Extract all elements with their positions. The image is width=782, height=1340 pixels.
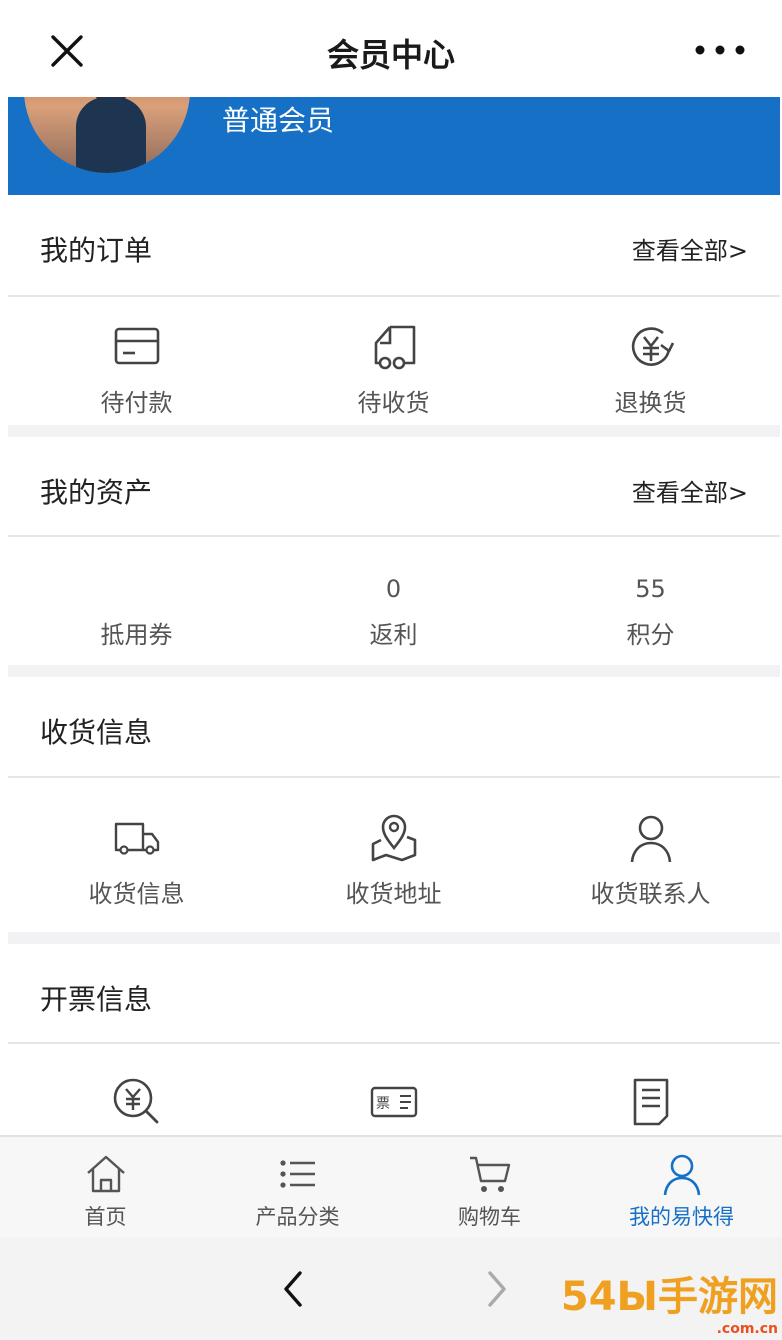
- person-icon: [630, 815, 671, 863]
- list-icon: [279, 1160, 315, 1188]
- assets-view-all-link[interactable]: 查看全部>: [632, 473, 748, 508]
- section-gap: [8, 665, 780, 677]
- shipping-address-item[interactable]: 收货地址: [265, 812, 522, 909]
- tab-label: 我的易快得: [629, 1205, 734, 1229]
- profile-header: 普通会员: [8, 97, 780, 195]
- yen-refund-icon: [631, 327, 674, 366]
- shipping-grid: 收货信息 收货地址 收货联系人: [8, 778, 780, 932]
- shipping-item-label: 收货联系人: [590, 880, 711, 908]
- tab-label: 首页: [84, 1205, 127, 1229]
- invoice-title: 开票信息: [40, 983, 153, 1016]
- asset-rebate[interactable]: 0 返利: [265, 575, 522, 650]
- assets-section-header: 我的资产 查看全部>: [8, 437, 780, 537]
- asset-value: [8, 575, 265, 605]
- truck-icon: [114, 822, 159, 855]
- asset-label: 抵用券: [100, 621, 173, 649]
- back-arrow-icon[interactable]: [278, 1267, 308, 1311]
- cart-icon: [469, 1156, 510, 1192]
- order-pending-payment[interactable]: 待付款: [8, 321, 265, 418]
- avatar-body: [76, 97, 146, 173]
- asset-points[interactable]: 55 积分: [522, 575, 779, 650]
- shipping-contact-item[interactable]: 收货联系人: [522, 812, 779, 909]
- orders-view-all-link[interactable]: 查看全部>: [632, 231, 748, 266]
- tab-cart[interactable]: 购物车: [392, 1151, 587, 1231]
- shipping-title: 收货信息: [40, 716, 153, 749]
- user-icon: [663, 1154, 700, 1196]
- orders-title: 我的订单: [40, 234, 153, 267]
- tab-label: 购物车: [458, 1205, 521, 1229]
- ticket-glyph: 票: [376, 1096, 390, 1112]
- avatar[interactable]: [24, 97, 190, 173]
- asset-coupons[interactable]: 抵用券: [8, 575, 265, 650]
- order-item-label: 待收货: [357, 389, 430, 417]
- asset-label: 返利: [369, 621, 418, 649]
- section-gap: [8, 425, 780, 437]
- asset-value: 55: [635, 575, 666, 603]
- more-dots-icon[interactable]: [694, 40, 746, 60]
- ticket-icon: 票: [370, 1086, 417, 1118]
- map-pin-icon: [371, 814, 416, 862]
- invoice-grid: 票: [8, 1044, 780, 1136]
- bottom-tab-bar: 首页 产品分类 购物车 我的易快得: [0, 1135, 782, 1237]
- shipping-info-item[interactable]: 收货信息: [8, 812, 265, 909]
- section-gap: [8, 932, 780, 944]
- watermark-subtext: .com.cn: [716, 1321, 778, 1337]
- invoice-item-document[interactable]: [522, 1076, 779, 1128]
- invoice-item-tax[interactable]: [8, 1076, 265, 1128]
- page-title: 会员中心: [326, 36, 455, 74]
- watermark-text: 54Ы手游网: [560, 1274, 778, 1320]
- top-navigation-bar: 会员中心: [0, 0, 782, 97]
- home-icon: [86, 1155, 125, 1193]
- order-item-label: 退换货: [614, 389, 687, 417]
- browser-navigation-bar: 54Ы手游网 .com.cn: [0, 1237, 782, 1340]
- delivery-truck-icon: [374, 325, 415, 370]
- member-level: 普通会员: [222, 104, 335, 137]
- tab-categories[interactable]: 产品分类: [200, 1151, 395, 1231]
- yen-search-icon: [113, 1078, 158, 1124]
- asset-label: 积分: [626, 621, 675, 649]
- shipping-item-label: 收货地址: [345, 880, 442, 908]
- tab-my-account[interactable]: 我的易快得: [584, 1151, 779, 1231]
- invoice-item-ticket[interactable]: 票: [265, 1076, 522, 1128]
- orders-grid: 待付款 待收货 退换货: [8, 297, 780, 425]
- wallet-card-icon: [114, 327, 159, 365]
- shipping-item-label: 收货信息: [88, 880, 185, 908]
- asset-value: 0: [385, 575, 402, 603]
- shipping-section-header: 收货信息: [8, 677, 780, 778]
- watermark-logo: 54Ы手游网 .com.cn: [561, 1264, 778, 1336]
- tab-label: 产品分类: [255, 1205, 340, 1229]
- invoice-section-header: 开票信息: [8, 944, 780, 1044]
- assets-title: 我的资产: [40, 476, 153, 509]
- tab-home[interactable]: 首页: [8, 1151, 203, 1231]
- order-return-exchange[interactable]: 退换货: [522, 321, 779, 418]
- forward-arrow-icon[interactable]: [482, 1267, 512, 1311]
- order-pending-receipt[interactable]: 待收货: [265, 321, 522, 418]
- orders-section-header: 我的订单 查看全部>: [8, 197, 780, 297]
- document-icon: [633, 1078, 668, 1126]
- assets-grid: 抵用券 0 返利 55 积分: [8, 537, 780, 665]
- order-item-label: 待付款: [100, 389, 173, 417]
